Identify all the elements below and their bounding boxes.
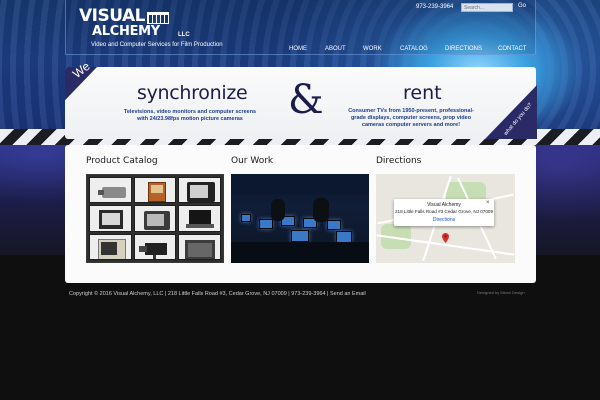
monitor-screen bbox=[327, 220, 341, 230]
footer-copyright: Copyright © 2016 Visual Alchemy, LLC | 2… bbox=[69, 291, 366, 297]
catalog-item-laptop[interactable] bbox=[178, 205, 221, 232]
catalog-item-crt[interactable] bbox=[133, 205, 177, 232]
map-info-window: Visual Alchemy 218 Little Falls Road #3 … bbox=[394, 199, 494, 226]
catalog-grid bbox=[86, 174, 224, 263]
building-icon bbox=[147, 12, 169, 24]
catalog-item-monitor[interactable] bbox=[89, 205, 132, 232]
banner-synchronize-title: synchronize bbox=[137, 82, 248, 104]
nav-work[interactable]: WORK bbox=[363, 46, 382, 52]
person-silhouette bbox=[271, 199, 285, 221]
main-nav: HOME ABOUT WORK CATALOG DIRECTIONS CONTA… bbox=[0, 46, 600, 54]
catalog-item-display[interactable] bbox=[178, 233, 221, 260]
nav-about[interactable]: ABOUT bbox=[325, 46, 346, 52]
header-phone: 973-239-3964 bbox=[416, 4, 454, 10]
catalog-item-vintage-tv[interactable] bbox=[89, 233, 132, 260]
search-input[interactable] bbox=[461, 3, 513, 12]
work-heading: Our Work bbox=[231, 156, 274, 166]
footer-credit[interactable]: Designed by Mbuvi Design bbox=[477, 290, 525, 295]
nav-contact[interactable]: CONTACT bbox=[498, 46, 527, 52]
close-icon[interactable]: × bbox=[486, 200, 490, 206]
photo-desk bbox=[231, 242, 369, 263]
monitor-screen bbox=[259, 219, 273, 229]
search-go-button[interactable]: Go bbox=[518, 3, 526, 9]
catalog-item-video-camera[interactable] bbox=[133, 233, 177, 260]
banner-rent-title: rent bbox=[403, 82, 442, 104]
map-pin-icon[interactable] bbox=[442, 233, 449, 243]
logo-word-alchemy: ALCHEMY bbox=[92, 24, 160, 39]
directions-heading: Directions bbox=[376, 156, 422, 166]
photo-ceiling bbox=[231, 174, 369, 194]
map-directions-link[interactable]: Directions bbox=[394, 217, 494, 223]
banner-ampersand: & bbox=[288, 77, 324, 123]
nav-catalog[interactable]: CATALOG bbox=[400, 46, 428, 52]
catalog-item-tv[interactable] bbox=[178, 177, 221, 204]
map-place-name: Visual Alchemy bbox=[427, 202, 461, 208]
nav-home[interactable]: HOME bbox=[289, 46, 307, 52]
map-place-address: 218 Little Falls Road #3 Cedar Grove, NJ… bbox=[394, 209, 494, 214]
catalog-item-radio[interactable] bbox=[133, 177, 177, 204]
logo-llc: LLC bbox=[178, 32, 190, 38]
banner-rent-desc: Consumer TVs from 1950-present, professi… bbox=[348, 108, 474, 128]
monitor-screen bbox=[241, 214, 251, 222]
catalog-heading: Product Catalog bbox=[86, 156, 158, 166]
monitor-screen bbox=[291, 230, 309, 242]
person-silhouette bbox=[313, 198, 329, 222]
nav-directions[interactable]: DIRECTIONS bbox=[445, 46, 482, 52]
catalog-item-camera[interactable] bbox=[89, 177, 132, 204]
logo-word-visual: VISUAL bbox=[79, 6, 146, 26]
banner-synchronize-desc: Televisions, video monitors and computer… bbox=[123, 109, 257, 122]
our-work-photo[interactable] bbox=[231, 174, 369, 263]
